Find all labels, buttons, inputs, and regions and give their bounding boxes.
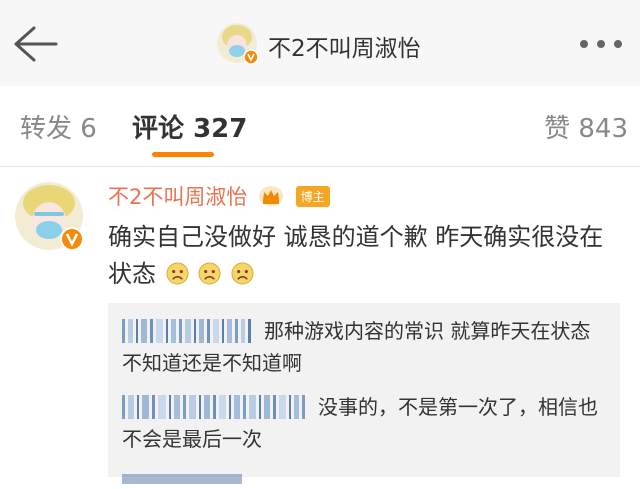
comment-avatar[interactable]	[14, 181, 84, 251]
crown-icon	[258, 185, 284, 207]
reply-item[interactable]: 没事的，不是第一次了，相信也不会是最后一次	[122, 391, 612, 455]
tab-repost-label: 转发	[20, 114, 73, 144]
page-title: 不2不叫周淑怡	[268, 36, 421, 62]
author-badge: 博主	[295, 185, 330, 207]
more-dots-icon[interactable]	[578, 36, 624, 50]
top-bar: 不2不叫周淑怡	[0, 0, 640, 86]
comment-username[interactable]: 不2不叫周淑怡	[108, 185, 247, 209]
tab-repost[interactable]: 转发 6	[20, 108, 97, 145]
sad-face-emoji	[198, 259, 221, 285]
header-avatar[interactable]	[216, 22, 259, 65]
tab-bar: 转发 6 评论 327 赞 843	[0, 86, 640, 167]
tab-comment[interactable]: 评论 327	[132, 108, 247, 145]
more-replies-link[interactable]	[122, 465, 242, 489]
replies-box: 那种游戏内容的常识 就算昨天在状态 不知道还是不知道啊 没事的，不是第一次了，相…	[108, 303, 620, 484]
redacted-username	[122, 319, 254, 343]
sad-face-emoji	[231, 259, 254, 285]
tab-comment-count: 327	[193, 114, 248, 144]
tab-like[interactable]: 赞 843	[544, 108, 628, 145]
redacted-username	[122, 395, 308, 419]
sad-face-emoji	[166, 259, 189, 285]
back-arrow-icon[interactable]	[12, 24, 58, 64]
tab-comment-label: 评论	[132, 114, 185, 144]
tab-like-label: 赞	[544, 114, 571, 144]
reply-item[interactable]: 那种游戏内容的常识 就算昨天在状态 不知道还是不知道啊	[122, 315, 612, 379]
comment-text-block: 确实自己没做好 诚恳的道个歉 昨天确实很没在状态	[108, 219, 618, 293]
tab-like-count: 843	[578, 114, 628, 144]
comment-header: 不2不叫周淑怡 博主	[108, 181, 330, 211]
tab-repost-count: 6	[80, 114, 97, 144]
active-tab-indicator	[152, 152, 214, 157]
comment-item: 不2不叫周淑怡 博主 确实自己没做好 诚恳的道个歉 昨天确实很没在状态 那种游戏…	[0, 167, 640, 484]
